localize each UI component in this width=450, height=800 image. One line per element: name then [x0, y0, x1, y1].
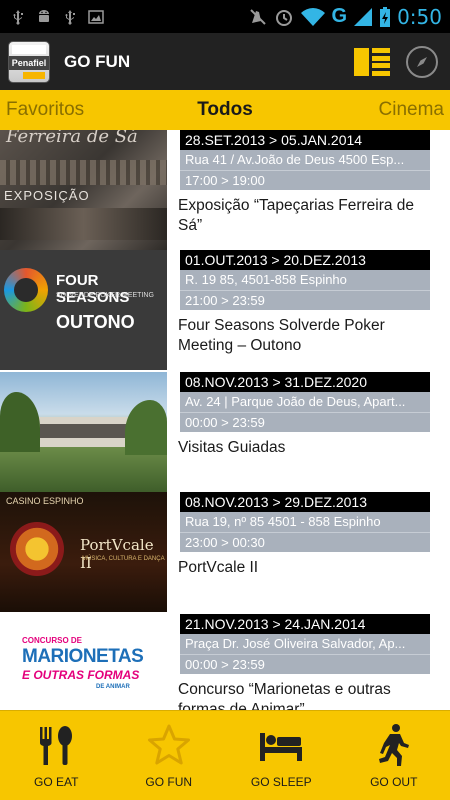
event-thumbnail: [0, 372, 167, 492]
event-title: Four Seasons Solverde Poker Meeting – Ou…: [178, 317, 385, 354]
action-bar: Penafiel GO FUN: [0, 33, 450, 90]
event-thumbnail: CONCURSO DE MARIONETAS E OUTRAS FORMAS D…: [0, 614, 167, 710]
thumbnail-text: SOLVERDE POKER MEETING: [56, 292, 154, 299]
nav-label: GO SLEEP: [250, 775, 312, 789]
thumbnail-text: MÚSICA, CULTURA E DANÇA: [82, 556, 165, 562]
event-title: Concurso “Marionetas e outras formas de …: [178, 681, 391, 710]
event-date: 21.NOV.2013 > 24.JAN.2014: [180, 614, 430, 634]
event-title: Exposição “Tapeçarias Ferreira de Sá”: [178, 197, 415, 234]
thumbnail-text: PortVcale II: [80, 536, 154, 572]
nav-go-fun[interactable]: GO FUN: [113, 711, 226, 800]
event-time: 17:00 > 19:00: [180, 170, 430, 190]
event-date: 01.OUT.2013 > 20.DEZ.2013: [180, 250, 430, 270]
alarm-icon: [275, 9, 292, 26]
event-address: Av. 24 | Parque João de Deus, Apart...: [180, 392, 430, 412]
nav-go-out[interactable]: GO OUT: [338, 711, 450, 800]
event-time: 00:00 > 23:59: [180, 654, 430, 674]
event-time: 00:00 > 23:59: [180, 412, 430, 432]
nav-label: GO FUN: [145, 775, 193, 789]
fork-spoon-icon: [40, 726, 73, 765]
event-address: Rua 41 / Av.João de Deus 4500 Esp...: [180, 150, 430, 170]
list-item[interactable]: CONCURSO DE MARIONETAS E OUTRAS FORMAS D…: [0, 614, 450, 710]
image-icon: [88, 9, 104, 24]
thumbnail-text: Ferreira de Sá: [6, 130, 138, 147]
event-title: Visitas Guiadas: [178, 439, 286, 456]
event-thumbnail: Ferreira de Sá EXPOSIÇÃO: [0, 130, 167, 250]
event-date: 08.NOV.2013 > 29.DEZ.2013: [180, 492, 430, 512]
thumbnail-text: MARIONETAS: [22, 646, 144, 667]
event-address: R. 19 85, 4501-858 Espinho: [180, 270, 430, 290]
thumbnail-text: CONCURSO DE: [22, 636, 83, 645]
event-date: 08.NOV.2013 > 31.DEZ.2020: [180, 372, 430, 392]
event-thumbnail: FOUR SEASONS SOLVERDE POKER MEETING OUTO…: [0, 250, 167, 370]
event-list: Ferreira de Sá EXPOSIÇÃO 28.SET.2013 > 0…: [0, 130, 450, 710]
event-time: 23:00 > 00:30: [180, 532, 430, 552]
usb-icon: [13, 9, 23, 25]
thumbnail-text: E OUTRAS FORMAS: [22, 668, 140, 682]
app-logo[interactable]: Penafiel: [8, 40, 50, 83]
nav-go-eat[interactable]: GO EAT: [0, 711, 113, 800]
list-item[interactable]: Ferreira de Sá EXPOSIÇÃO 28.SET.2013 > 0…: [0, 130, 450, 250]
running-man-icon: [378, 724, 409, 766]
thumbnail-text: EXPOSIÇÃO: [4, 188, 90, 203]
bottom-navigation: GO EAT GO FUN GO SLEEP GO OUT: [0, 710, 450, 800]
wifi-icon: [300, 7, 325, 26]
event-title: PortVcale II: [178, 559, 259, 576]
bed-icon: [260, 733, 303, 761]
battery-charging-icon: [380, 6, 391, 27]
event-time: 21:00 > 23:59: [180, 290, 430, 310]
star-icon: [147, 724, 190, 765]
event-date: 28.SET.2013 > 05.JAN.2014: [180, 130, 430, 150]
tab-cinema[interactable]: Cinema: [379, 99, 444, 121]
page-title: GO FUN: [64, 51, 131, 71]
nav-label: GO EAT: [34, 775, 79, 789]
event-thumbnail: CASINO ESPINHO PortVcale II MÚSICA, CULT…: [0, 492, 167, 612]
grid-list-icon[interactable]: [354, 47, 390, 76]
android-debug-icon: [39, 9, 49, 22]
nav-label: GO OUT: [370, 775, 418, 789]
usb-icon: [65, 9, 75, 25]
thumbnail-text: FOUR SEASONS: [56, 272, 130, 306]
thumbnail-text: OUTONO: [56, 312, 135, 332]
status-bar: G 0:50: [0, 0, 450, 33]
thumbnail-text: CASINO ESPINHO: [6, 496, 84, 506]
network-type: G: [331, 5, 348, 27]
signal-icon: [354, 7, 373, 26]
nav-go-sleep[interactable]: GO SLEEP: [225, 711, 338, 800]
app-logo-text: Penafiel: [9, 55, 49, 70]
event-address: Rua 19, nº 85 4501 - 858 Espinho: [180, 512, 430, 532]
thumbnail-text: DE ANIMAR: [96, 684, 130, 690]
clock: 0:50: [397, 4, 442, 29]
compass-icon[interactable]: [406, 45, 438, 78]
screen: G 0:50 Penafiel GO FUN Favoritos Todos C…: [0, 0, 450, 800]
category-tabs: Favoritos Todos Cinema: [0, 90, 450, 130]
mute-icon: [249, 8, 266, 25]
event-address: Praça Dr. José Oliveira Salvador, Ap...: [180, 634, 430, 654]
list-item[interactable]: 08.NOV.2013 > 31.DEZ.2020 Av. 24 | Parqu…: [0, 372, 450, 492]
list-item[interactable]: FOUR SEASONS SOLVERDE POKER MEETING OUTO…: [0, 250, 450, 370]
list-item[interactable]: CASINO ESPINHO PortVcale II MÚSICA, CULT…: [0, 492, 450, 612]
